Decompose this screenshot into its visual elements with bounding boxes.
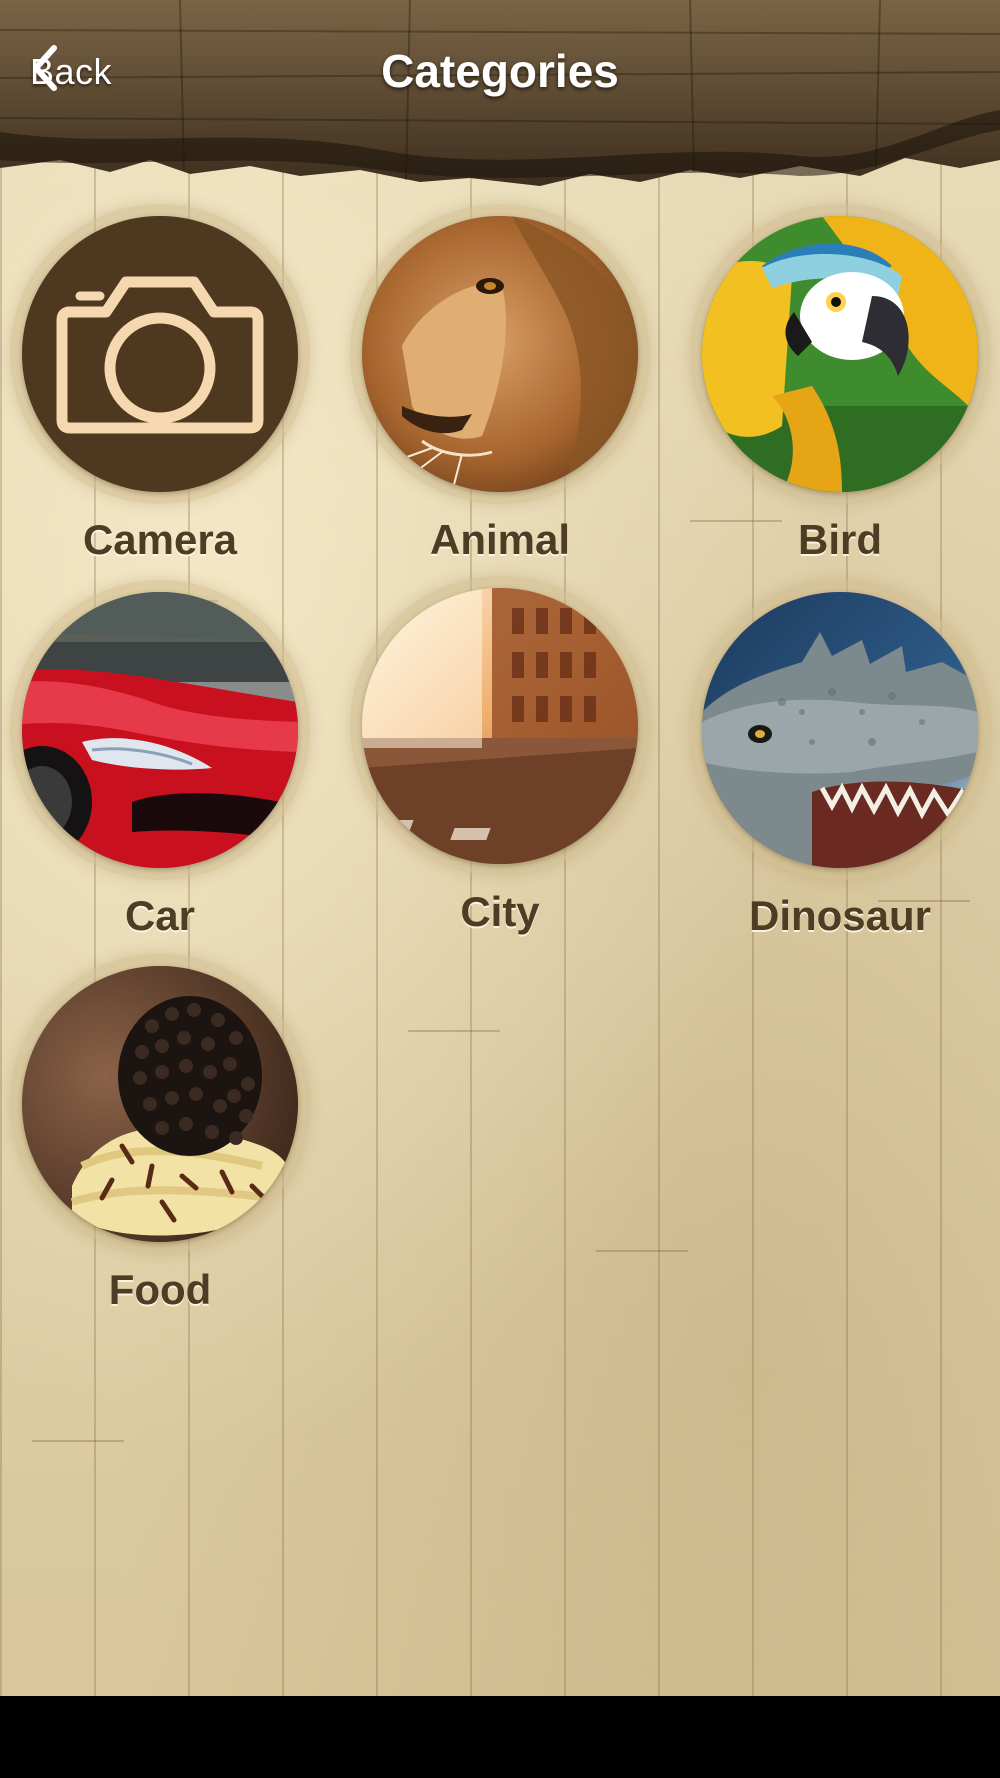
- category-animal[interactable]: Animal: [340, 204, 660, 564]
- category-label: Dinosaur: [748, 892, 932, 939]
- category-label: Camera: [82, 516, 238, 563]
- category-label: Food: [108, 1266, 212, 1313]
- parrot-image: [702, 216, 978, 492]
- lion-image: [362, 216, 638, 492]
- plank-seam: [408, 1030, 500, 1032]
- category-label: Car: [124, 892, 196, 939]
- category-label: City: [460, 888, 540, 935]
- category-city[interactable]: City: [340, 576, 660, 936]
- category-dinosaur[interactable]: Dinosaur: [680, 580, 1000, 940]
- category-bird[interactable]: Bird: [680, 204, 1000, 564]
- nav-bar: Back Categories: [0, 0, 1000, 190]
- page-title: Categories: [381, 45, 619, 97]
- city-street-image: [362, 588, 638, 864]
- app-screen: Back Categories Camera Animal Bird Car C…: [0, 0, 1000, 1696]
- car-image: [22, 592, 298, 868]
- plank-seam: [32, 1440, 124, 1442]
- plank-seam: [596, 1250, 688, 1252]
- category-car[interactable]: Car: [0, 580, 320, 940]
- category-food[interactable]: Food: [0, 954, 320, 1314]
- dessert-image: [22, 966, 298, 1242]
- category-camera[interactable]: Camera: [0, 204, 320, 564]
- category-label: Bird: [798, 516, 882, 563]
- dinosaur-image: [702, 592, 978, 868]
- category-label: Animal: [429, 516, 571, 563]
- camera-icon: [22, 216, 298, 492]
